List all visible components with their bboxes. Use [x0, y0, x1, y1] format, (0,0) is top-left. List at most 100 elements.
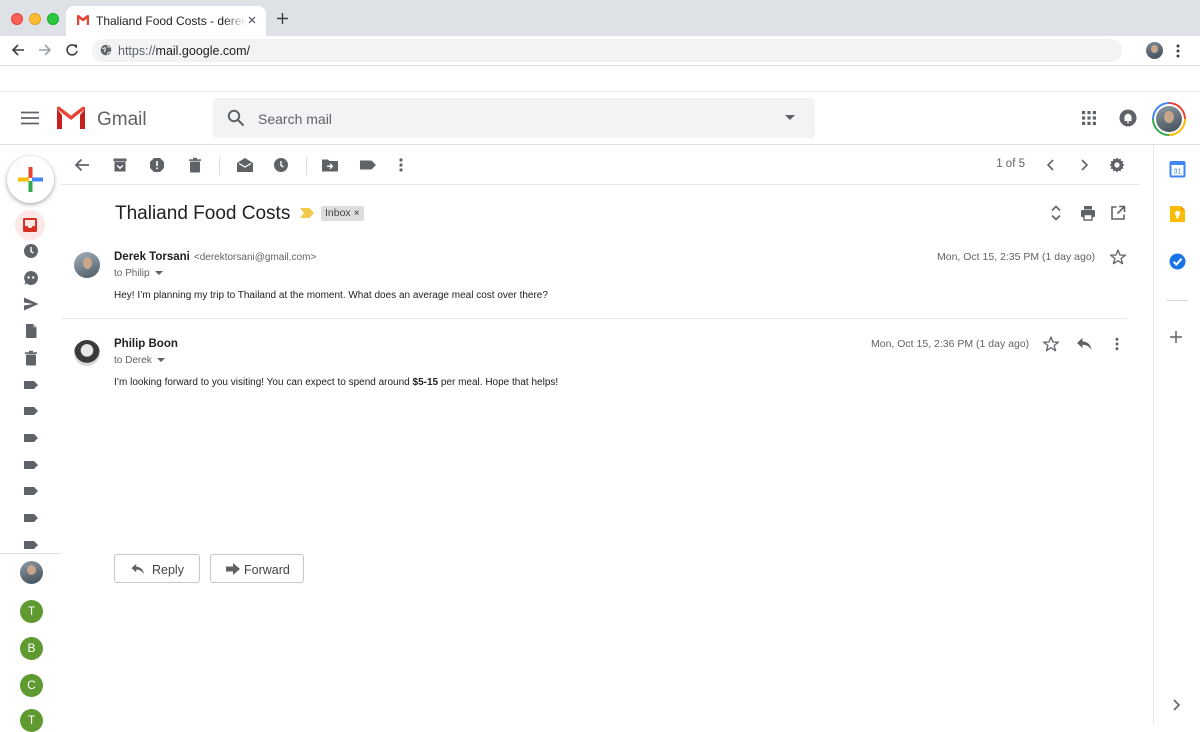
tab-close-icon[interactable] — [246, 14, 258, 26]
rail-drafts[interactable] — [20, 320, 42, 342]
rail-label-3[interactable] — [20, 427, 42, 449]
tab-title: Thaliand Food Costs - derektorsani@gmail… — [96, 14, 246, 28]
label-text: Inbox — [325, 207, 351, 219]
mark-as-unread-icon[interactable] — [236, 157, 254, 175]
more-options-icon[interactable] — [397, 157, 415, 175]
rail-label-4[interactable] — [20, 454, 42, 476]
compose-button[interactable] — [7, 156, 54, 203]
sender-avatar[interactable] — [74, 340, 100, 366]
keep-icon[interactable] — [1169, 205, 1186, 223]
forward-button[interactable]: Forward — [210, 554, 304, 583]
details-caret-icon[interactable] — [156, 358, 165, 363]
star-icon[interactable] — [1110, 249, 1126, 265]
browser-toolbar: https://mail.google.com/ — [0, 36, 1200, 66]
forward-arrow-icon[interactable] — [38, 43, 52, 57]
expand-all-icon[interactable] — [1050, 205, 1062, 221]
notifications-bell-icon[interactable] — [1119, 109, 1137, 127]
recipient-line[interactable]: to Derek — [114, 355, 165, 366]
sender-avatar[interactable] — [74, 252, 100, 278]
gmail-logo-icon[interactable] — [55, 106, 87, 130]
rail-divider — [0, 553, 61, 554]
forward-arrow-icon — [226, 563, 240, 575]
reload-icon[interactable] — [65, 43, 79, 57]
rail-snoozed[interactable] — [20, 240, 42, 262]
recipient-line[interactable]: to Philip — [114, 268, 163, 279]
quote-bubble-icon — [24, 271, 38, 285]
rail-label-6[interactable] — [20, 507, 42, 529]
inbox-icon — [23, 218, 37, 232]
rail-inbox[interactable] — [15, 210, 45, 240]
older-chevron-right-icon[interactable] — [1078, 157, 1096, 175]
details-caret-icon[interactable] — [154, 271, 163, 276]
address-bar[interactable]: https://mail.google.com/ — [92, 39, 1122, 62]
reply-button[interactable]: Reply — [114, 554, 200, 583]
browser-tab-bar: Thaliand Food Costs - derektorsani@gmail… — [0, 0, 1200, 36]
window-minimize-button[interactable] — [29, 13, 41, 25]
rail-important[interactable] — [20, 267, 42, 289]
star-icon[interactable] — [1043, 336, 1059, 352]
rail-label-1[interactable] — [20, 374, 42, 396]
hangouts-avatar[interactable] — [20, 561, 43, 584]
message-date: Mon, Oct 15, 2:35 PM (1 day ago) — [937, 251, 1096, 263]
compose-plus-icon — [18, 167, 43, 192]
browser-tab-active[interactable]: Thaliand Food Costs - derektorsani@gmail… — [66, 6, 266, 36]
side-panel: 31 — [1153, 145, 1200, 725]
draft-document-icon — [26, 324, 37, 338]
search-box[interactable]: Search mail — [213, 98, 815, 138]
hangouts-contact[interactable]: T — [20, 709, 43, 732]
remove-label-icon[interactable]: × — [354, 208, 360, 219]
importance-marker-icon[interactable] — [300, 208, 314, 218]
gmail-header: Gmail Search mail — [0, 92, 1200, 145]
reply-label: Reply — [152, 563, 184, 577]
expand-panel-chevron-icon[interactable] — [1171, 698, 1181, 712]
forward-label: Forward — [244, 563, 290, 577]
snooze-clock-icon[interactable] — [273, 157, 291, 175]
apps-grid-icon[interactable] — [1082, 111, 1096, 125]
settings-gear-icon[interactable] — [1109, 157, 1127, 175]
message-body: I’m looking forward to you visiting! You… — [114, 377, 559, 388]
label-tag-icon[interactable] — [359, 157, 377, 175]
search-input[interactable]: Search mail — [258, 111, 332, 127]
move-to-folder-icon[interactable] — [321, 157, 339, 175]
back-to-inbox-icon[interactable] — [74, 157, 92, 175]
more-vertical-icon[interactable] — [1176, 44, 1180, 58]
send-icon — [24, 297, 39, 311]
gmail-wordmark[interactable]: Gmail — [97, 109, 147, 131]
tasks-icon[interactable] — [1169, 253, 1186, 270]
reply-arrow-icon[interactable] — [1076, 337, 1092, 351]
sender-name[interactable]: Derek Torsani <derektorsani@gmail.com> — [114, 251, 316, 263]
email-subject: Thaliand Food Costs — [115, 203, 291, 224]
hangouts-contact[interactable]: C — [20, 674, 43, 697]
search-options-caret-icon[interactable] — [785, 115, 795, 121]
account-avatar[interactable] — [1152, 102, 1186, 136]
label-icon — [24, 461, 38, 469]
open-in-new-window-icon[interactable] — [1110, 205, 1126, 221]
message-more-icon[interactable] — [1113, 337, 1121, 351]
rail-sent[interactable] — [20, 293, 42, 315]
get-addons-plus-icon[interactable] — [1169, 330, 1183, 344]
report-spam-icon[interactable] — [149, 157, 167, 175]
new-tab-icon[interactable] — [276, 12, 289, 25]
hangouts-contact[interactable]: T — [20, 600, 43, 623]
newer-chevron-left-icon[interactable] — [1045, 157, 1063, 175]
browser-profile-avatar[interactable] — [1146, 42, 1163, 59]
sender-name[interactable]: Philip Boon — [114, 338, 178, 350]
gmail-favicon-icon — [76, 14, 90, 26]
back-arrow-icon[interactable] — [11, 43, 25, 57]
toolbar-divider — [61, 184, 1140, 185]
main-menu-icon[interactable] — [21, 111, 39, 125]
search-icon[interactable] — [227, 109, 245, 127]
delete-icon[interactable] — [187, 157, 205, 175]
archive-icon[interactable] — [112, 157, 130, 175]
pagination-count: 1 of 5 — [996, 158, 1025, 170]
message-divider — [61, 318, 1127, 319]
rail-label-5[interactable] — [20, 480, 42, 502]
window-close-button[interactable] — [11, 13, 23, 25]
rail-trash[interactable] — [20, 347, 42, 369]
window-zoom-button[interactable] — [47, 13, 59, 25]
print-icon[interactable] — [1080, 205, 1096, 221]
rail-label-2[interactable] — [20, 400, 42, 422]
inbox-label-chip[interactable]: Inbox × — [321, 206, 364, 221]
hangouts-contact[interactable]: B — [20, 637, 43, 660]
calendar-icon[interactable]: 31 — [1169, 160, 1186, 178]
